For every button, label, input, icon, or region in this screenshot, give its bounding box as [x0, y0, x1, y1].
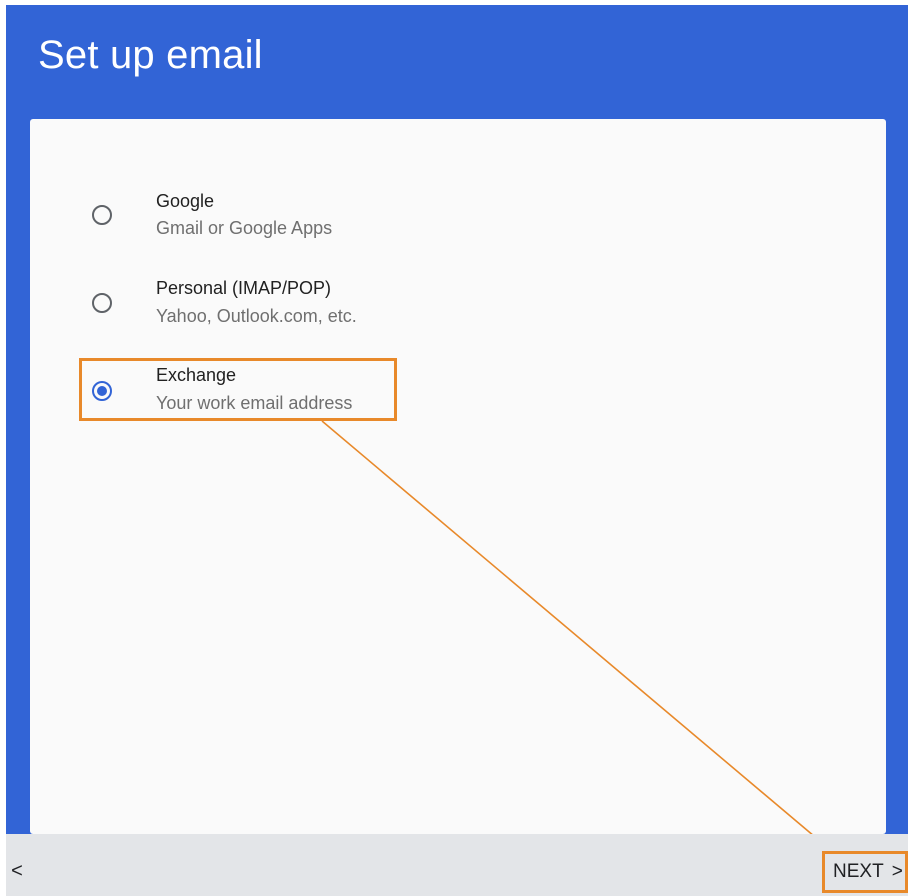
page-title: Set up email	[38, 33, 263, 77]
next-label: NEXT	[833, 861, 884, 882]
option-title: Personal (IMAP/POP)	[156, 278, 332, 298]
options-card: Google Gmail or Google Apps Personal (IM…	[30, 119, 886, 834]
chevron-right-icon: >	[891, 861, 903, 882]
option-subtitle: Yahoo, Outlook.com, etc.	[156, 306, 357, 326]
option-google[interactable]: Google Gmail or Google Apps	[30, 191, 886, 261]
option-exchange[interactable]: Exchange Your work email address	[30, 365, 886, 435]
next-button[interactable]: NEXT >	[822, 851, 908, 893]
option-subtitle: Your work email address	[156, 393, 353, 413]
radio-checked-icon[interactable]	[92, 381, 112, 401]
option-personal[interactable]: Personal (IMAP/POP) Yahoo, Outlook.com, …	[30, 278, 886, 348]
bottom-nav-bar	[6, 834, 908, 896]
option-title: Google	[156, 191, 215, 211]
option-subtitle: Gmail or Google Apps	[156, 218, 333, 238]
chevron-left-icon: <	[11, 859, 23, 882]
option-title: Exchange	[156, 365, 237, 385]
radio-dot	[97, 386, 107, 396]
setup-email-screen: Set up email Google Gmail or Google Apps…	[0, 0, 908, 896]
radio-icon[interactable]	[92, 205, 112, 225]
radio-icon[interactable]	[92, 293, 112, 313]
back-button[interactable]: <	[6, 856, 28, 886]
